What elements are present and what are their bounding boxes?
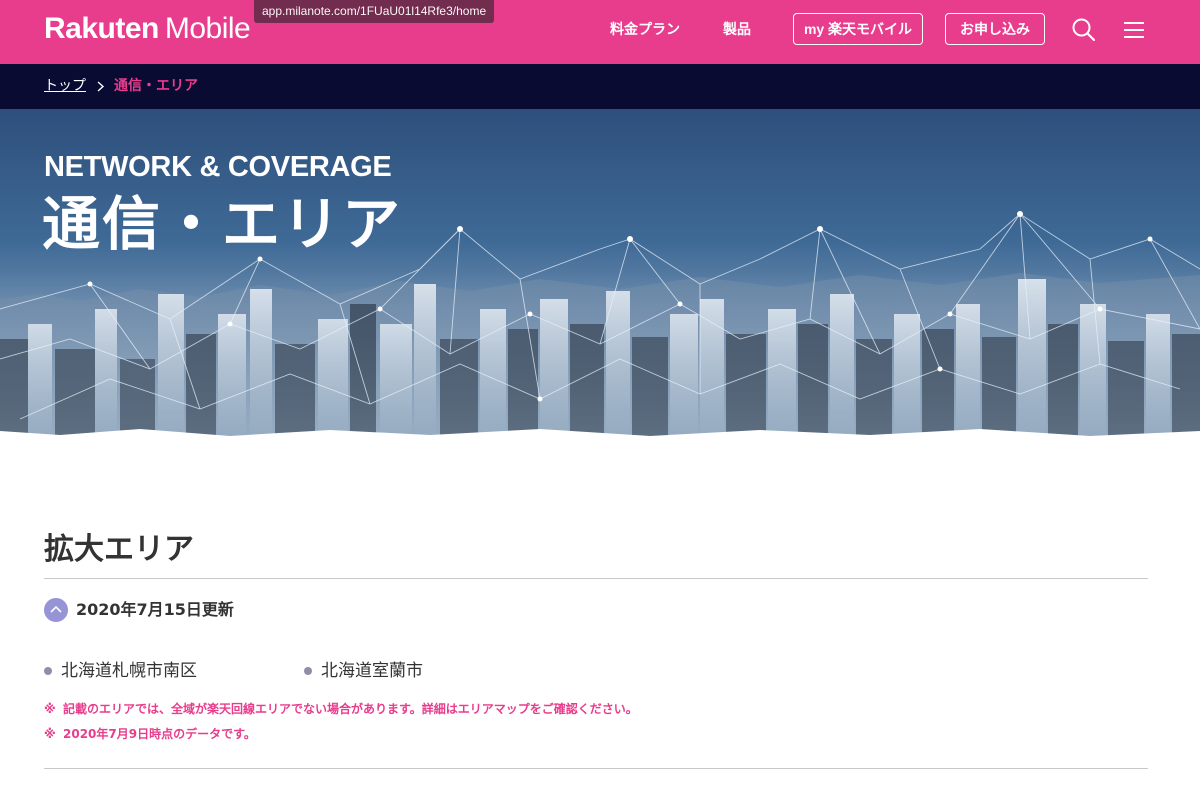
accordion-toggle-button[interactable] [44, 598, 68, 622]
logo-product: Mobile [164, 12, 251, 45]
search-button[interactable] [1071, 17, 1097, 43]
section-divider-bottom [44, 768, 1148, 769]
rakuten-mobile-logo[interactable]: Rakuten Mobile [44, 12, 251, 45]
note-text: ※ 記載のエリアでは、全域が楽天回線エリアでない場合があります。詳細はエリアマップ… [44, 701, 638, 717]
hero-banner: NETWORK & COVERAGE 通信・エリア [0, 109, 1200, 442]
nav-plans-link[interactable]: 料金プラン [610, 21, 680, 39]
bullet-icon [44, 667, 52, 675]
note-mark: ※ [44, 702, 56, 716]
chevron-right-icon [97, 81, 105, 92]
site-header: RakutenMobile milanote app.milanote.com/… [0, 0, 1200, 64]
hero-title-en: NETWORK & COVERAGE [44, 151, 392, 183]
hamburger-menu-icon [1124, 22, 1144, 38]
area-name: 北海道室蘭市 [321, 661, 423, 681]
my-rakuten-button[interactable]: my 楽天モバイル [793, 13, 923, 45]
section-title: 拡大エリア [44, 532, 194, 567]
update-date: 2020年7月15日更新 [76, 600, 234, 619]
apply-button[interactable]: お申し込み [945, 13, 1045, 45]
logo-brand: Rakuten [44, 12, 159, 45]
note-body: 2020年7月9日時点のデータです。 [63, 727, 256, 741]
hero-title-ja: 通信・エリア [42, 190, 403, 258]
area-name: 北海道札幌市南区 [61, 661, 197, 681]
bullet-icon [304, 667, 312, 675]
breadcrumb-home-link[interactable]: トップ [44, 78, 86, 95]
nav-products-link[interactable]: 製品 [723, 21, 751, 39]
breadcrumb: トップ 通信・エリア [0, 64, 1200, 109]
chevron-up-icon [50, 605, 62, 613]
note-mark: ※ [44, 727, 56, 741]
url-tooltip: milanote app.milanote.com/1FUaU01l14Rfe3… [254, 0, 495, 23]
breadcrumb-current: 通信・エリア [114, 78, 198, 94]
note-text: ※ 2020年7月9日時点のデータです。 [44, 726, 256, 742]
tooltip-app-name: milanote [262, 0, 296, 2]
note-body: 記載のエリアでは、全域が楽天回線エリアでない場合があります。詳細はエリアマップを… [63, 702, 638, 716]
search-icon [1072, 18, 1096, 42]
menu-button[interactable] [1122, 17, 1148, 43]
tooltip-url: app.milanote.com/1FUaU01l14Rfe3/home [262, 4, 487, 18]
section-divider [44, 578, 1148, 579]
